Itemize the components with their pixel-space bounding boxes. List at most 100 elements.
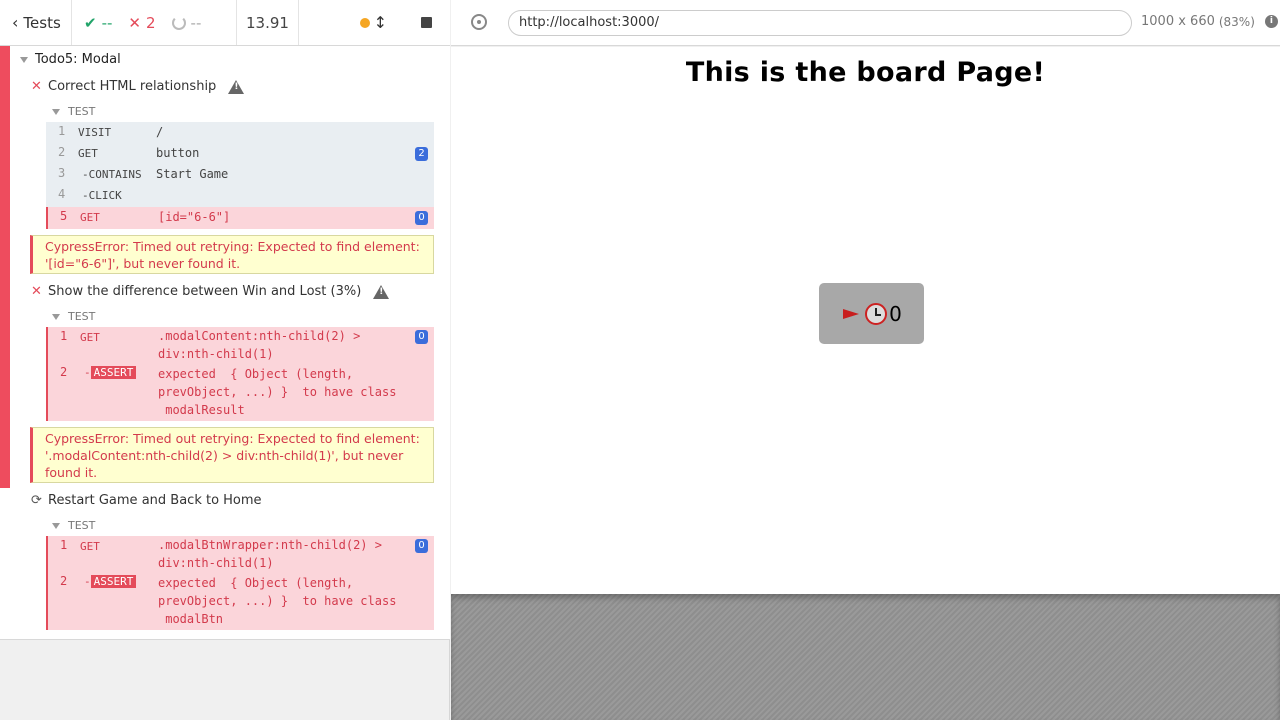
command-number: 1: [60, 329, 68, 343]
command-number: 2: [60, 365, 68, 379]
collapse-icon: [52, 108, 60, 115]
reporter-panel: ‹ Tests ✔ -- ✕ 2 -- 13.91 ↕ Todo5: Modal…: [0, 0, 450, 720]
test-title[interactable]: ✕ Correct HTML relationship: [31, 79, 245, 94]
command-name: -CLICK: [82, 189, 122, 202]
test-title[interactable]: ✕ Show the difference between Win and Lo…: [31, 284, 390, 299]
viewport-background: [451, 594, 1280, 720]
stats: ✔ -- ✕ 2 --: [72, 0, 237, 45]
suite-title[interactable]: Todo5: Modal: [20, 52, 121, 67]
command-row[interactable]: 5 GET [id="6-6"] 0: [46, 207, 434, 229]
command-number: 1: [60, 538, 68, 552]
command-message: expected { Object (length, prevObject, .…: [158, 367, 397, 417]
tests-button[interactable]: ‹ Tests: [0, 0, 72, 45]
collapse-icon: [20, 56, 28, 63]
command-message: .modalBtnWrapper:nth-child(2) > div:nth-…: [158, 538, 382, 570]
command-name: -CONTAINS: [82, 168, 142, 181]
pending-icon: [171, 15, 186, 30]
command-list: 1 VISIT / 2 GET button 2 3 -CONTAINS Sta…: [46, 122, 434, 229]
suite-title-text: Todo5: Modal: [35, 52, 121, 67]
element-count-badge: 0: [415, 539, 428, 553]
test-title-text: Correct HTML relationship: [48, 79, 217, 94]
command-number: 2: [58, 145, 66, 159]
test-body-toggle[interactable]: TEST: [52, 105, 95, 118]
command-name: - ASSERT: [84, 366, 137, 379]
command-name: - ASSERT: [84, 575, 137, 588]
command-row[interactable]: 1 GET .modalContent:nth-child(2) > div:n…: [46, 327, 434, 365]
element-count-badge: 0: [415, 330, 428, 344]
assert-tag: ASSERT: [90, 366, 137, 379]
fail-icon: ✕: [31, 79, 42, 94]
pending-count: --: [190, 13, 202, 32]
command-row[interactable]: 2 GET button 2: [46, 143, 434, 164]
viewport-info[interactable]: 1000 x 660 (83%) i: [1141, 14, 1278, 29]
viewport-size: 1000 x 660: [1141, 14, 1215, 29]
test-title-text: Show the difference between Win and Lost…: [48, 284, 362, 299]
command-name: GET: [80, 331, 100, 344]
test-label: TEST: [68, 519, 96, 532]
app-frame: This is the board Page! 0: [451, 47, 1280, 594]
command-name: GET: [80, 211, 100, 224]
command-name: GET: [78, 147, 98, 160]
selector-playground-icon[interactable]: [471, 14, 487, 30]
test-body-toggle[interactable]: TEST: [52, 519, 95, 532]
runnables-list: Todo5: Modal ✕ Correct HTML relationship…: [0, 46, 450, 640]
collapse-icon: [52, 522, 60, 529]
command-list: 1 GET .modalContent:nth-child(2) > div:n…: [46, 327, 434, 421]
command-row[interactable]: 1 VISIT /: [46, 122, 434, 143]
command-number: 5: [60, 209, 68, 223]
passed-stat[interactable]: ✔ --: [84, 14, 112, 32]
command-number: 4: [58, 187, 66, 201]
alarm-clock-icon: [865, 302, 888, 325]
timer-value: 0: [889, 301, 902, 326]
scroll-icon: ↕: [373, 13, 387, 32]
suite-fail-bar: [0, 46, 10, 488]
test-label: TEST: [68, 105, 96, 118]
warning-icon: [373, 284, 390, 299]
retry-icon: ⟳: [31, 493, 42, 508]
command-row[interactable]: 1 GET .modalBtnWrapper:nth-child(2) > di…: [46, 536, 434, 574]
collapse-icon: [52, 313, 60, 320]
aut-header: http://localhost:3000/ 1000 x 660 (83%) …: [451, 0, 1280, 46]
warning-icon: [228, 79, 245, 94]
reporter-header: ‹ Tests ✔ -- ✕ 2 -- 13.91 ↕: [0, 0, 450, 46]
error-message[interactable]: CypressError: Timed out retrying: Expect…: [30, 427, 434, 483]
command-row[interactable]: 4 -CLICK: [46, 185, 434, 207]
pending-stat[interactable]: --: [171, 13, 202, 32]
command-number: 1: [58, 124, 66, 138]
command-message: /: [156, 125, 164, 139]
duration: 13.91: [237, 0, 299, 45]
command-message: button: [156, 146, 200, 160]
info-icon: i: [1264, 15, 1278, 28]
failed-stat[interactable]: ✕ 2: [128, 14, 155, 32]
command-message: Start Game: [156, 167, 229, 181]
command-row[interactable]: 2 - ASSERT expected { Object (length, pre…: [46, 365, 434, 421]
page-title: This is the board Page!: [685, 57, 1046, 88]
command-name: VISIT: [78, 126, 112, 139]
close-icon: ✕: [128, 13, 141, 32]
command-list: 1 GET .modalBtnWrapper:nth-child(2) > di…: [46, 536, 434, 630]
command-name: GET: [80, 540, 100, 553]
status-dot-icon: [359, 17, 370, 28]
run-controls: ↕: [299, 0, 450, 45]
command-message: [id="6-6"]: [158, 210, 231, 224]
tests-label: Tests: [23, 13, 61, 32]
command-number: 3: [58, 166, 66, 180]
element-count-badge: 0: [415, 211, 428, 225]
url-bar[interactable]: http://localhost:3000/: [508, 10, 1132, 36]
error-message[interactable]: CypressError: Timed out retrying: Expect…: [30, 235, 434, 274]
viewport-scale: (83%): [1218, 14, 1255, 29]
test-body-toggle[interactable]: TEST: [52, 310, 95, 323]
assert-tag: ASSERT: [90, 575, 137, 588]
failed-count: 2: [145, 13, 156, 32]
command-row[interactable]: 2 - ASSERT expected { Object (length, pre…: [46, 574, 434, 630]
test-title-text: Restart Game and Back to Home: [48, 493, 262, 508]
chevron-left-icon: ‹: [12, 13, 19, 32]
command-message: expected { Object (length, prevObject, .…: [158, 576, 397, 626]
stop-icon[interactable]: [421, 17, 432, 28]
command-number: 2: [60, 574, 68, 588]
auto-scroll-toggle[interactable]: ↕: [359, 13, 387, 32]
flag-icon: [841, 304, 863, 324]
command-row[interactable]: 3 -CONTAINS Start Game: [46, 164, 434, 185]
element-count-badge: 2: [415, 147, 428, 161]
test-title[interactable]: ⟳ Restart Game and Back to Home: [31, 493, 262, 508]
